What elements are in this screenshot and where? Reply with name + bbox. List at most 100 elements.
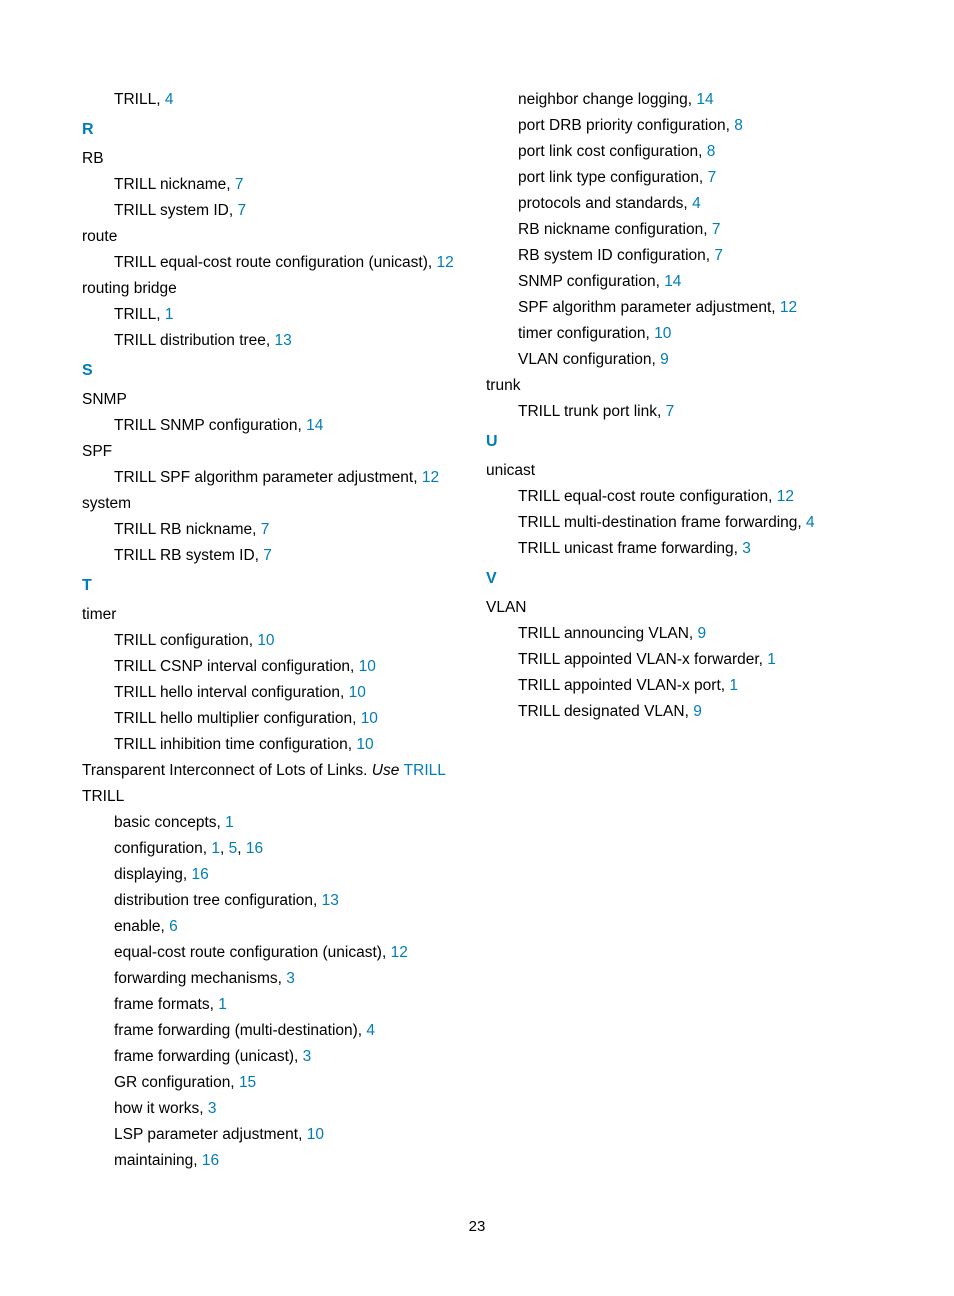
index-subentry: basic concepts, 1 <box>82 811 468 835</box>
page-link[interactable]: 1 <box>165 306 174 323</box>
page-link[interactable]: 7 <box>261 521 270 538</box>
index-subentry: TRILL SPF algorithm parameter adjustment… <box>82 466 468 490</box>
index-text: frame forwarding (unicast), <box>114 1048 303 1065</box>
page-link[interactable]: 8 <box>707 143 716 160</box>
page-link[interactable]: 13 <box>322 892 339 909</box>
page-link[interactable]: 10 <box>361 710 378 727</box>
page-link[interactable]: 14 <box>696 91 713 108</box>
index-text: SPF algorithm parameter adjustment, <box>518 299 780 316</box>
index-text: TRILL, <box>114 91 165 108</box>
page-link[interactable]: 1 <box>211 840 220 857</box>
index-text: RB system ID configuration, <box>518 247 714 264</box>
index-text: how it works, <box>114 1100 208 1117</box>
page-link[interactable]: 3 <box>286 970 295 987</box>
page-link[interactable]: 12 <box>391 944 408 961</box>
index-subentry: TRILL unicast frame forwarding, 3 <box>486 537 872 561</box>
index-text: TRILL CSNP interval configuration, <box>114 658 359 675</box>
page-link[interactable]: 10 <box>359 658 376 675</box>
index-subentry: TRILL hello interval configuration, 10 <box>82 681 468 705</box>
index-text: timer configuration, <box>518 325 654 342</box>
index-text: SNMP configuration, <box>518 273 664 290</box>
index-subentry: LSP parameter adjustment, 10 <box>82 1123 468 1147</box>
comma: , <box>237 840 246 857</box>
comma: , <box>220 840 229 857</box>
page-link[interactable]: 4 <box>165 91 174 108</box>
index-term: timer <box>82 603 468 627</box>
index-subentry: RB nickname configuration, 7 <box>486 218 872 242</box>
index-text: TRILL trunk port link, <box>518 403 666 420</box>
index-subentry: port DRB priority configuration, 8 <box>486 114 872 138</box>
page-link[interactable]: 12 <box>777 488 794 505</box>
page-link[interactable]: 16 <box>192 866 209 883</box>
page-link[interactable]: 3 <box>208 1100 217 1117</box>
index-subentry: VLAN configuration, 9 <box>486 348 872 372</box>
page-link[interactable]: 9 <box>693 703 702 720</box>
index-letter-t: T <box>82 574 468 599</box>
page-link[interactable]: 15 <box>239 1074 256 1091</box>
index-text: TRILL SPF algorithm parameter adjustment… <box>114 469 422 486</box>
page-link[interactable]: 7 <box>708 169 717 186</box>
index-subentry: TRILL SNMP configuration, 14 <box>82 414 468 438</box>
index-subentry: TRILL hello multiplier configuration, 10 <box>82 707 468 731</box>
page-link[interactable]: 12 <box>780 299 797 316</box>
index-subentry: displaying, 16 <box>82 863 468 887</box>
page-link[interactable]: 1 <box>729 677 738 694</box>
index-subentry: TRILL appointed VLAN-x port, 1 <box>486 674 872 698</box>
index-term: RB <box>82 147 468 171</box>
page-link[interactable]: 1 <box>225 814 234 831</box>
index-text: VLAN configuration, <box>518 351 660 368</box>
page-link[interactable]: 10 <box>356 736 373 753</box>
page-link[interactable]: 7 <box>237 202 246 219</box>
page-link[interactable]: 10 <box>654 325 671 342</box>
page-link[interactable]: 4 <box>366 1022 375 1039</box>
page-link[interactable]: 14 <box>306 417 323 434</box>
index-letter-v: V <box>486 567 872 592</box>
index-subentry: equal-cost route configuration (unicast)… <box>82 941 468 965</box>
index-subentry: protocols and standards, 4 <box>486 192 872 216</box>
page-link[interactable]: 1 <box>218 996 227 1013</box>
index-text: GR configuration, <box>114 1074 239 1091</box>
index-letter-r: R <box>82 118 468 143</box>
page-link[interactable]: 7 <box>714 247 723 264</box>
page-link[interactable]: 9 <box>660 351 669 368</box>
index-text: distribution tree configuration, <box>114 892 322 909</box>
index-term: system <box>82 492 468 516</box>
page-link[interactable]: 6 <box>169 918 178 935</box>
page-link[interactable]: 10 <box>349 684 366 701</box>
page-link[interactable]: 4 <box>806 514 815 531</box>
page-link[interactable]: 10 <box>257 632 274 649</box>
page-link[interactable]: 4 <box>692 195 701 212</box>
page-link[interactable]: 16 <box>202 1152 219 1169</box>
index-page: TRILL, 4 R RB TRILL nickname, 7 TRILL sy… <box>0 0 954 1198</box>
page-link[interactable]: 7 <box>712 221 721 238</box>
index-term: SNMP <box>82 388 468 412</box>
page-link[interactable]: 12 <box>437 254 454 271</box>
page-link[interactable]: 8 <box>734 117 743 134</box>
page-link[interactable]: 7 <box>263 547 272 564</box>
page-link[interactable]: 3 <box>742 540 751 557</box>
page-link[interactable]: 16 <box>246 840 263 857</box>
page-link[interactable]: 3 <box>303 1048 312 1065</box>
page-link[interactable]: 12 <box>422 469 439 486</box>
page-link[interactable]: 9 <box>698 625 707 642</box>
page-link[interactable]: 14 <box>664 273 681 290</box>
index-subentry: TRILL RB system ID, 7 <box>82 544 468 568</box>
page-link[interactable]: 7 <box>666 403 675 420</box>
index-text: TRILL multi-destination frame forwarding… <box>518 514 806 531</box>
index-text: TRILL appointed VLAN-x port, <box>518 677 729 694</box>
index-text: forwarding mechanisms, <box>114 970 286 987</box>
page-link[interactable]: 10 <box>307 1126 324 1143</box>
index-subentry: port link cost configuration, 8 <box>486 140 872 164</box>
index-subentry: neighbor change logging, 14 <box>486 88 872 112</box>
index-text: TRILL RB system ID, <box>114 547 263 564</box>
page-link[interactable]: 13 <box>275 332 292 349</box>
index-subentry: SPF algorithm parameter adjustment, 12 <box>486 296 872 320</box>
index-term: route <box>82 225 468 249</box>
index-subentry: TRILL trunk port link, 7 <box>486 400 872 424</box>
page-link[interactable]: 7 <box>235 176 244 193</box>
index-subentry: TRILL CSNP interval configuration, 10 <box>82 655 468 679</box>
page-link[interactable]: 1 <box>767 651 776 668</box>
crossref-link[interactable]: TRILL <box>404 762 446 779</box>
index-text: maintaining, <box>114 1152 202 1169</box>
page-link[interactable]: 5 <box>229 840 238 857</box>
